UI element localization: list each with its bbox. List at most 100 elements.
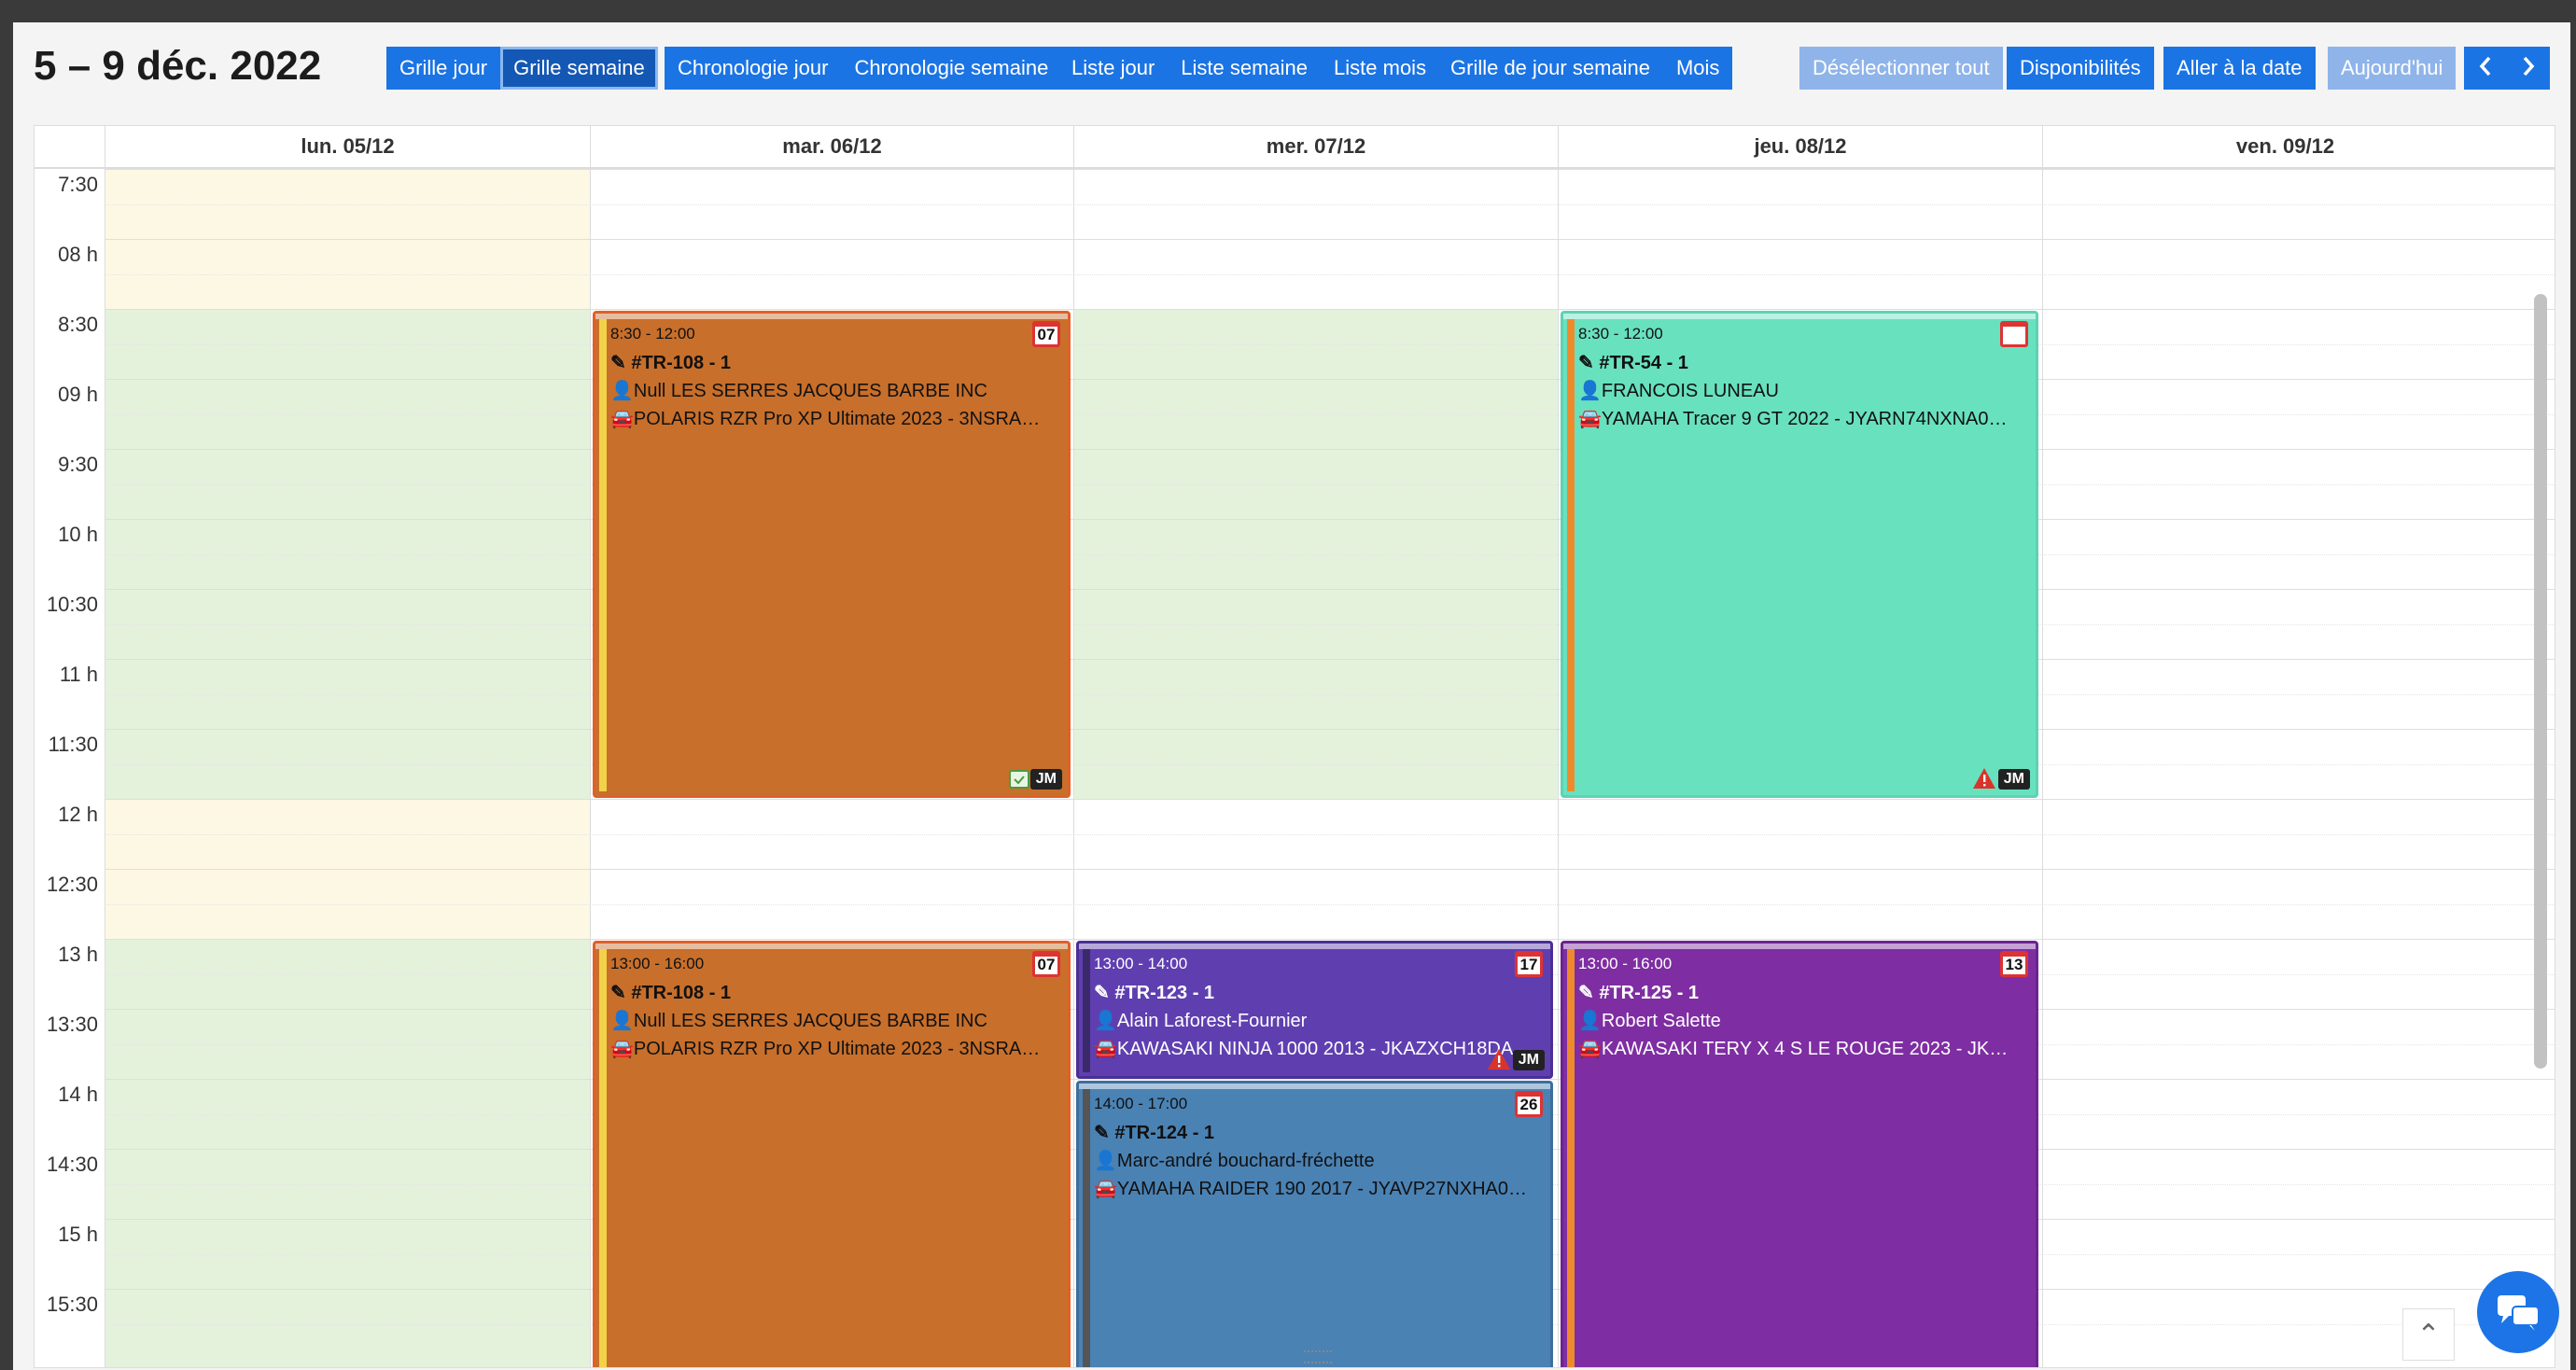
month-button[interactable]: Mois [1662, 47, 1733, 90]
event-time: 13:00 - 16:00 [610, 955, 705, 972]
event-card[interactable]: 13 13:00 - 16:00 ✎ #TR-125 - 1 👤Robert S… [1561, 941, 2038, 1367]
event-card[interactable]: 07 13:00 - 16:00 ✎ #TR-108 - 1 👤Null LES… [593, 941, 1071, 1367]
event-vehicle: 🚘POLARIS RZR Pro XP Ultimate 2023 - 3NSR… [610, 409, 1049, 429]
event-time: 14:00 - 17:00 [1094, 1095, 1188, 1112]
event-code: ✎ #TR-124 - 1 [1094, 1123, 1215, 1143]
event-code: ✎ #TR-108 - 1 [610, 353, 732, 373]
event-top-bar [1563, 944, 2036, 949]
view-group-grid: Grille jour Grille semaine [386, 47, 658, 90]
goto-date-button[interactable]: Aller à la date [2163, 47, 2316, 90]
availability-button[interactable]: Disponibilités [2007, 47, 2154, 90]
time-label: 10 h [58, 523, 98, 546]
status-strip [1083, 1089, 1090, 1367]
event-code: ✎ #TR-54 - 1 [1578, 353, 1688, 373]
grid-day-button[interactable]: Grille jour [386, 47, 501, 90]
status-strip [599, 949, 607, 1367]
today-group: Aujourd'hui [2328, 47, 2457, 90]
event-top-bar [595, 944, 1068, 949]
event-vehicle: 🚘KAWASAKI NINJA 1000 2013 - JKAZXCH18DA [1094, 1039, 1514, 1059]
time-label: 13:30 [46, 1013, 98, 1036]
time-label: 9:30 [58, 453, 98, 476]
deselect-all-button[interactable]: Désélectionner tout [1799, 47, 2003, 90]
calendar-panel: 5 – 9 déc. 2022 Grille jour Grille semai… [13, 22, 2570, 1370]
user-icon: 👤 [610, 381, 634, 401]
prev-button[interactable] [2464, 47, 2507, 90]
view-group-list: Liste jour Liste semaine Liste mois [1058, 47, 1440, 90]
edit-icon: ✎ [1578, 983, 1600, 1003]
business-bg [105, 939, 590, 1367]
time-grid-body: 7:30 08 h 8:30 09 h 9:30 10 h 10:30 11 h 11:30 12… [35, 169, 2555, 1367]
next-button[interactable] [2507, 47, 2550, 90]
event-client: 👤Marc-andré bouchard-fréchette [1094, 1151, 1375, 1171]
list-week-button[interactable]: Liste semaine [1168, 47, 1322, 90]
event-top-bar [1563, 314, 2036, 319]
time-label: 11 h [59, 663, 98, 686]
slot-line [105, 799, 2555, 800]
slot-line [105, 239, 2555, 240]
event-vehicle: 🚘YAMAHA Tracer 9 GT 2022 - JYARN74NXNA00… [1578, 409, 2017, 429]
status-strip [1083, 949, 1090, 1072]
time-label: 15 h [58, 1223, 98, 1246]
grid-week-button[interactable]: Grille semaine [500, 47, 658, 90]
week-grid: lun. 05/12 mar. 06/12 mer. 07/12 jeu. 08… [34, 125, 2555, 1368]
car-icon: 🚘 [610, 409, 634, 429]
warning-icon [1488, 1049, 1510, 1069]
calendar-check-icon [1009, 770, 1029, 789]
event-top-bar [595, 314, 1068, 319]
day-header-thu[interactable]: jeu. 08/12 [1558, 126, 2042, 167]
slot-line [105, 1079, 2555, 1080]
event-card[interactable]: 8:30 - 12:00 ✎ #TR-54 - 1 👤FRANCOIS LUNE… [1561, 311, 2038, 798]
list-day-button[interactable]: Liste jour [1058, 47, 1169, 90]
slot-line [105, 869, 2555, 870]
event-client: 👤Null LES SERRES JACQUES BARBE INC [610, 1011, 987, 1031]
list-month-button[interactable]: Liste mois [1321, 47, 1440, 90]
slot-line [105, 379, 2555, 380]
status-strip [1567, 949, 1575, 1367]
technician-initials: JM [1512, 1050, 1545, 1070]
edit-icon: ✎ [610, 983, 632, 1003]
event-card[interactable]: 26 14:00 - 17:00 ✎ #TR-124 - 1 👤Marc-and… [1076, 1081, 1553, 1367]
day-header-tue[interactable]: mar. 06/12 [590, 126, 1073, 167]
daygrid-week-button[interactable]: Grille de jour semaine [1437, 47, 1663, 90]
nav-group [2464, 47, 2550, 90]
slot-line [105, 939, 2555, 940]
chat-button[interactable] [2477, 1271, 2559, 1353]
timeline-week-button[interactable]: Chronologie semaine [841, 47, 1062, 90]
event-client: 👤Alain Laforest-Fournier [1094, 1011, 1308, 1031]
slot-minor-line [105, 553, 2555, 555]
event-top-bar [1079, 1083, 1550, 1089]
user-icon: 👤 [610, 1011, 634, 1031]
goto-group: Aller à la date [2163, 47, 2316, 90]
technician-initials: JM [1997, 769, 2030, 790]
event-client: 👤Null LES SERRES JACQUES BARBE INC [610, 381, 987, 401]
today-button[interactable]: Aujourd'hui [2328, 47, 2457, 90]
day-header-wed[interactable]: mer. 07/12 [1073, 126, 1558, 167]
slot-line [105, 449, 2555, 450]
day-header-row: lun. 05/12 mar. 06/12 mer. 07/12 jeu. 08… [35, 126, 2555, 169]
day-header-fri[interactable]: ven. 09/12 [2042, 126, 2527, 167]
event-card[interactable]: 17 13:00 - 14:00 ✎ #TR-123 - 1 👤Alain La… [1076, 941, 1553, 1079]
car-icon: 🚘 [1094, 1179, 1117, 1199]
user-icon: 👤 [1094, 1151, 1117, 1171]
car-icon: 🚘 [1578, 409, 1602, 429]
slot-minor-line [105, 903, 2555, 905]
slot-line [105, 729, 2555, 730]
event-time: 13:00 - 16:00 [1578, 955, 1673, 972]
slot-minor-line [105, 623, 2555, 625]
column-divider [2042, 169, 2043, 1367]
vertical-scrollbar[interactable] [2534, 294, 2547, 1069]
timeline-day-button[interactable]: Chronologie jour [665, 47, 842, 90]
car-icon: 🚘 [610, 1039, 634, 1059]
event-code: ✎ #TR-108 - 1 [610, 983, 732, 1003]
resize-handle[interactable] [1304, 1350, 1332, 1363]
slot-line [105, 589, 2555, 590]
time-label: 10:30 [46, 593, 98, 616]
event-vehicle: 🚘POLARIS RZR Pro XP Ultimate 2023 - 3NSR… [610, 1039, 1049, 1059]
event-client: 👤FRANCOIS LUNEAU [1578, 381, 1779, 401]
slot-minor-line [105, 343, 2555, 345]
event-card[interactable]: 07 8:30 - 12:00 ✎ #TR-108 - 1 👤Null LES … [593, 311, 1071, 798]
availability-group: Disponibilités [2007, 47, 2154, 90]
scroll-to-top-button[interactable]: ⌃ [2402, 1308, 2455, 1361]
day-header-mon[interactable]: lun. 05/12 [105, 126, 590, 167]
edit-icon: ✎ [1578, 353, 1600, 373]
